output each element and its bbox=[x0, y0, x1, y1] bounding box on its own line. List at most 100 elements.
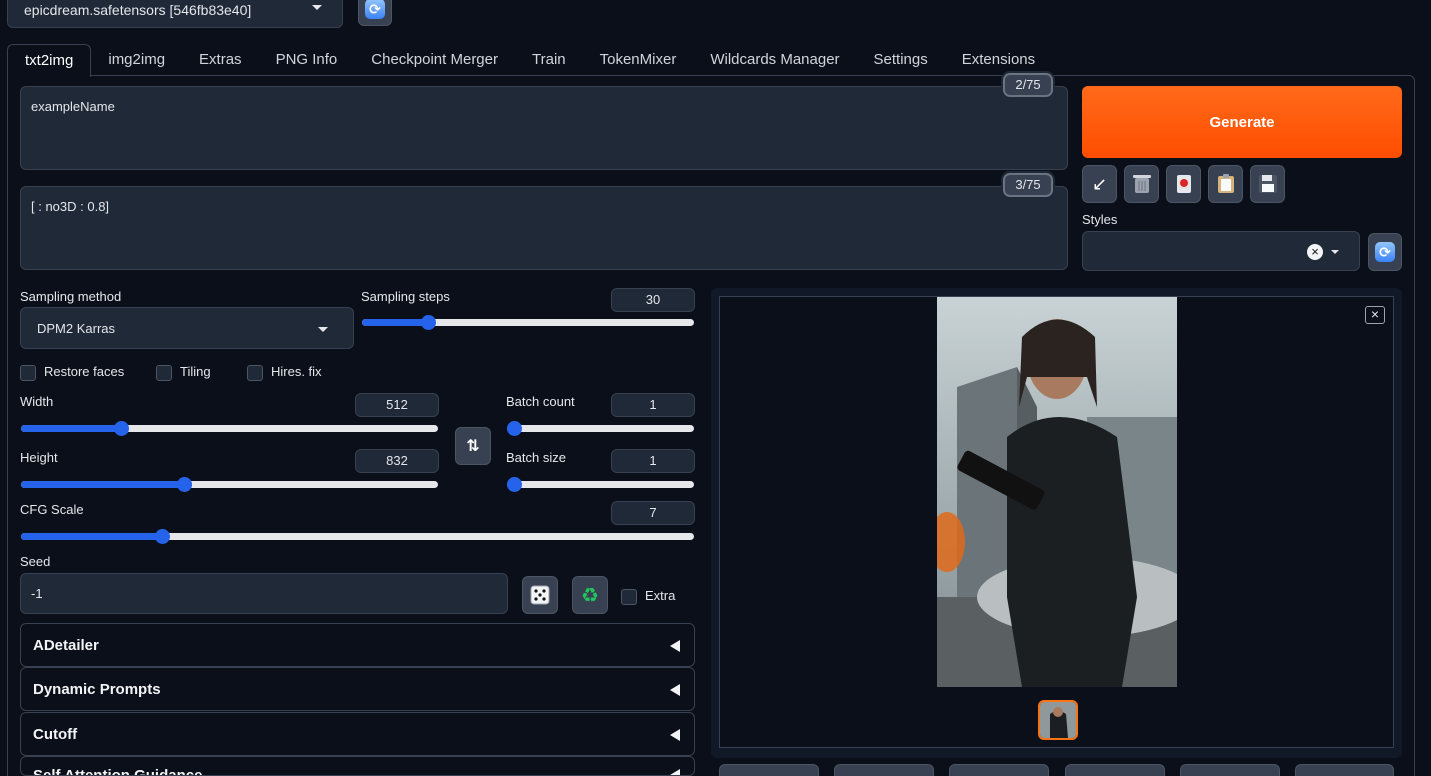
tab-extras[interactable]: Extras bbox=[182, 44, 259, 76]
sampling-method-dropdown[interactable]: DPM2 Karras bbox=[20, 307, 354, 349]
card-icon bbox=[1176, 175, 1191, 193]
arrow-down-left-icon: ↙ bbox=[1091, 173, 1108, 194]
clear-styles-icon[interactable]: × bbox=[1307, 244, 1323, 260]
accordion-title: Dynamic Prompts bbox=[33, 680, 161, 698]
width-input[interactable]: 512 bbox=[355, 393, 439, 417]
tab-tokenmixer[interactable]: TokenMixer bbox=[583, 44, 694, 76]
read-params-button[interactable]: ↙ bbox=[1082, 165, 1117, 203]
slider-thumb[interactable] bbox=[114, 421, 130, 436]
batch-count-label: Batch count bbox=[506, 394, 575, 409]
prompt-text: exampleName bbox=[31, 99, 115, 114]
prompt-token-counter: 2/75 bbox=[1003, 73, 1053, 97]
cfg-scale-input[interactable]: 7 bbox=[611, 501, 695, 525]
tab-extensions[interactable]: Extensions bbox=[945, 44, 1052, 76]
slider-fill bbox=[21, 533, 163, 540]
generated-image[interactable] bbox=[937, 297, 1177, 687]
accordion-self-attention-guidance[interactable]: Self Attention Guidance bbox=[20, 756, 695, 776]
gallery-thumbnail[interactable] bbox=[1038, 700, 1078, 740]
open-folder-button[interactable] bbox=[719, 764, 819, 776]
send-to-extras-button[interactable] bbox=[1295, 764, 1394, 776]
height-input[interactable]: 832 bbox=[355, 449, 439, 473]
collapse-triangle-icon bbox=[670, 684, 680, 696]
tab-wildcards-manager[interactable]: Wildcards Manager bbox=[693, 44, 856, 76]
checkpoint-value: epicdream.safetensors [546fb83e40] bbox=[24, 2, 252, 18]
batch-count-input[interactable]: 1 bbox=[611, 393, 695, 417]
refresh-styles-button[interactable]: ⟳ bbox=[1368, 233, 1402, 271]
recycle-icon: ♻ bbox=[581, 584, 599, 607]
slider-fill bbox=[21, 425, 122, 432]
tiling-label: Tiling bbox=[180, 364, 211, 379]
batch-size-slider[interactable] bbox=[507, 477, 694, 492]
height-slider[interactable] bbox=[21, 477, 438, 492]
chevron-down-icon bbox=[312, 5, 322, 10]
checkpoint-dropdown[interactable]: epicdream.safetensors [546fb83e40] bbox=[7, 0, 343, 28]
sampling-steps-slider[interactable] bbox=[362, 315, 694, 330]
accordion-title: ADetailer bbox=[33, 636, 99, 654]
main-tabs: txt2img img2img Extras PNG Info Checkpoi… bbox=[7, 44, 1052, 77]
cfg-scale-slider[interactable] bbox=[21, 529, 694, 544]
swap-dimensions-button[interactable]: ⇅ bbox=[455, 427, 491, 465]
accordion-dynamic-prompts[interactable]: Dynamic Prompts bbox=[20, 667, 695, 711]
negative-prompt-input[interactable]: [ : no3D : 0.8] bbox=[20, 186, 1068, 270]
tab-img2img[interactable]: img2img bbox=[91, 44, 182, 76]
trash-icon bbox=[1132, 175, 1151, 193]
seed-extra-checkbox[interactable] bbox=[621, 589, 637, 605]
save-style-button[interactable] bbox=[1250, 165, 1285, 203]
batch-size-input[interactable]: 1 bbox=[611, 449, 695, 473]
sampling-steps-input[interactable]: 30 bbox=[611, 288, 695, 312]
slider-thumb[interactable] bbox=[176, 477, 192, 492]
negative-token-counter: 3/75 bbox=[1003, 173, 1053, 197]
restore-faces-checkbox[interactable] bbox=[20, 365, 36, 381]
accordion-cutoff[interactable]: Cutoff bbox=[20, 712, 695, 756]
width-slider[interactable] bbox=[21, 421, 438, 436]
refresh-icon: ⟳ bbox=[1375, 242, 1395, 262]
cfg-scale-label: CFG Scale bbox=[20, 502, 84, 517]
slider-fill bbox=[21, 481, 184, 488]
random-seed-button[interactable] bbox=[522, 576, 558, 614]
width-label: Width bbox=[20, 394, 54, 409]
tab-train[interactable]: Train bbox=[515, 44, 583, 76]
seed-input[interactable]: -1 bbox=[20, 573, 508, 614]
collapse-triangle-icon bbox=[670, 729, 680, 741]
batch-count-slider[interactable] bbox=[507, 421, 694, 436]
zip-button[interactable] bbox=[949, 764, 1049, 776]
floppy-disk-icon bbox=[1258, 175, 1277, 193]
tab-checkpoint-merger[interactable]: Checkpoint Merger bbox=[354, 44, 515, 76]
height-label: Height bbox=[20, 450, 58, 465]
refresh-checkpoint-button[interactable]: ⟳ bbox=[358, 0, 392, 26]
tab-settings[interactable]: Settings bbox=[857, 44, 945, 76]
generate-button[interactable]: Generate bbox=[1082, 86, 1402, 158]
clipboard-icon bbox=[1217, 174, 1234, 193]
tab-png-info[interactable]: PNG Info bbox=[259, 44, 355, 76]
prompt-input[interactable]: exampleName bbox=[20, 86, 1068, 170]
seed-value: -1 bbox=[31, 586, 43, 601]
styles-label: Styles bbox=[1082, 212, 1118, 227]
close-gallery-button[interactable]: × bbox=[1365, 306, 1385, 324]
sampling-method-value: DPM2 Karras bbox=[37, 320, 116, 336]
send-to-img2img-button[interactable] bbox=[1065, 764, 1165, 776]
hires-fix-label: Hires. fix bbox=[271, 364, 322, 379]
hires-fix-checkbox[interactable] bbox=[247, 365, 263, 381]
accordion-title: Cutoff bbox=[33, 725, 78, 743]
accordion-adetailer[interactable]: ADetailer bbox=[20, 623, 695, 667]
collapse-triangle-icon bbox=[670, 640, 680, 652]
accordion-title: Self Attention Guidance bbox=[33, 767, 203, 776]
thumbnail-image bbox=[1040, 702, 1076, 738]
reuse-seed-button[interactable]: ♻ bbox=[572, 576, 608, 614]
refresh-icon: ⟳ bbox=[365, 0, 385, 19]
chevron-down-icon bbox=[318, 327, 328, 332]
slider-thumb[interactable] bbox=[507, 477, 522, 492]
send-to-inpaint-button[interactable] bbox=[1180, 764, 1280, 776]
collapse-triangle-icon bbox=[670, 769, 680, 775]
slider-thumb[interactable] bbox=[507, 421, 522, 436]
sampling-method-label: Sampling method bbox=[20, 289, 122, 304]
tab-txt2img[interactable]: txt2img bbox=[7, 44, 92, 77]
restore-faces-label: Restore faces bbox=[44, 364, 125, 379]
styles-dropdown[interactable]: × bbox=[1082, 231, 1360, 271]
clear-prompt-button[interactable] bbox=[1124, 165, 1159, 203]
sampling-steps-label: Sampling steps bbox=[361, 289, 450, 304]
apply-style-button[interactable] bbox=[1208, 165, 1243, 203]
tiling-checkbox[interactable] bbox=[156, 365, 172, 381]
extra-networks-button[interactable] bbox=[1166, 165, 1201, 203]
save-button[interactable] bbox=[834, 764, 934, 776]
